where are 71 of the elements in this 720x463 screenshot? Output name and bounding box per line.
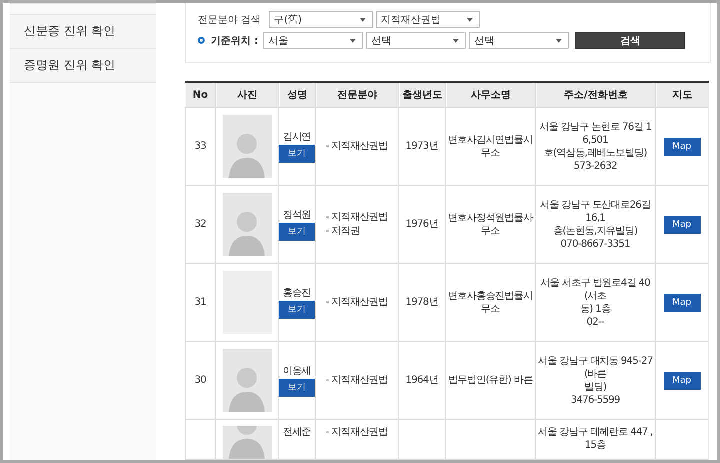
table-cell: 33: [194, 140, 206, 154]
lawyer-name: 이응세: [282, 364, 312, 378]
table-cell: 1973년: [406, 140, 438, 154]
circle-icon: [198, 37, 205, 44]
address-line: 서울 서초구 법원로4길 40 (서초: [540, 276, 652, 302]
caret-icon: [556, 38, 562, 42]
dropdown[interactable]: 선택: [366, 32, 466, 49]
column-header: 주소/전화번호: [536, 83, 656, 107]
search-label: 전문분야 검색: [198, 14, 262, 26]
address-line: 573-2632: [572, 160, 618, 172]
specialty-item: - 지적재산권법: [326, 140, 388, 154]
specialty-item: - 저작권: [326, 224, 360, 238]
table-cell: 32: [194, 218, 206, 232]
caret-icon: [360, 18, 366, 22]
column-header: No: [185, 83, 216, 107]
column-header: 사무소명: [446, 83, 536, 107]
lawyer-name: 전세준: [282, 426, 312, 440]
table-cell: 1978년: [406, 296, 438, 310]
address-line: 02--: [586, 316, 606, 328]
address-line: 동) 1층: [579, 302, 612, 316]
table-cell-text: 변호사정석원법률사무소: [447, 212, 534, 238]
dropdown[interactable]: 선택: [469, 32, 570, 49]
lawyer-name: 김시연: [282, 130, 312, 144]
dropdown[interactable]: 구(舊): [269, 11, 374, 28]
table-cell-text: 법무법인(유한) 바른: [447, 374, 534, 387]
address-line: 서울 강남구 테헤란로 447 , 15층: [537, 426, 654, 452]
column-header: 출생년도: [399, 83, 446, 107]
map-button[interactable]: Map: [664, 138, 700, 156]
table-cell: 1964년: [406, 374, 438, 388]
column-header: 성명: [279, 83, 316, 107]
address-line: 빌딩): [583, 380, 608, 394]
caret-icon: [453, 38, 460, 42]
address-line: 호(역삼동,레베노보빌딩): [542, 146, 648, 160]
address-line: 3476-5599: [570, 394, 622, 406]
photo-placeholder: [222, 193, 272, 256]
specialty-item: - 지적재산권법: [326, 426, 388, 440]
view-button[interactable]: 보기: [279, 222, 315, 240]
location-label: 기준위치 :: [211, 34, 258, 48]
address-line: 서울 강남구 논현로 76길 16,501: [538, 120, 653, 146]
caret-icon: [467, 18, 474, 22]
sidebar-item[interactable]: 증명원 진위 확인: [10, 48, 156, 83]
address-line: 서울 강남구 대치동 945-27(바른: [537, 354, 654, 380]
specialty-item: - 지적재산권법: [326, 374, 388, 388]
table-cell-text: 변호사김시연법률시무소: [447, 134, 534, 160]
lawyer-name: 홍승진: [282, 286, 312, 300]
search-button[interactable]: 검색: [575, 32, 686, 49]
column-header: 사진: [216, 83, 279, 107]
table-cell: 31: [194, 296, 206, 310]
photo-placeholder: [222, 349, 272, 412]
lawyer-name: 정석원: [282, 208, 312, 222]
photo-placeholder: [222, 115, 272, 178]
address-line: 070-8667-3351: [560, 238, 632, 250]
column-header: 지도: [656, 83, 709, 107]
view-button[interactable]: 보기: [279, 300, 315, 318]
table-cell: 30: [194, 374, 206, 388]
map-button[interactable]: Map: [664, 216, 700, 234]
address-line: 층(논현동,지유빌딩): [552, 224, 639, 238]
map-button[interactable]: Map: [664, 372, 700, 390]
table-cell: 1976년: [406, 218, 438, 232]
specialty-item: - 지적재산권법: [326, 210, 388, 224]
sidebar-item[interactable]: 신분증 진위 확인: [10, 14, 156, 49]
view-button[interactable]: 보기: [279, 378, 315, 396]
column-header: 전문분야: [316, 83, 399, 107]
view-button[interactable]: 보기: [279, 144, 315, 162]
specialty-item: - 지적재산권법: [326, 296, 388, 310]
dropdown[interactable]: 지적재산권법: [376, 11, 480, 28]
dropdown[interactable]: 서울: [263, 32, 364, 49]
caret-icon: [350, 38, 356, 42]
map-button[interactable]: Map: [664, 294, 700, 312]
table-cell-text: 변호사홍승진법률시무소: [447, 290, 534, 316]
address-line: 서울 강남구 도산대로26길 16,1: [539, 198, 652, 224]
